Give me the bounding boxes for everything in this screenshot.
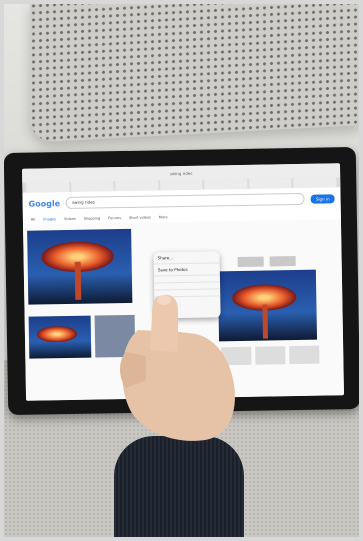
hand xyxy=(120,294,235,441)
hand-palm xyxy=(122,330,235,441)
fingernail xyxy=(157,295,171,305)
photo-scene: swing rides Google swing rides Sign in A… xyxy=(0,0,363,541)
